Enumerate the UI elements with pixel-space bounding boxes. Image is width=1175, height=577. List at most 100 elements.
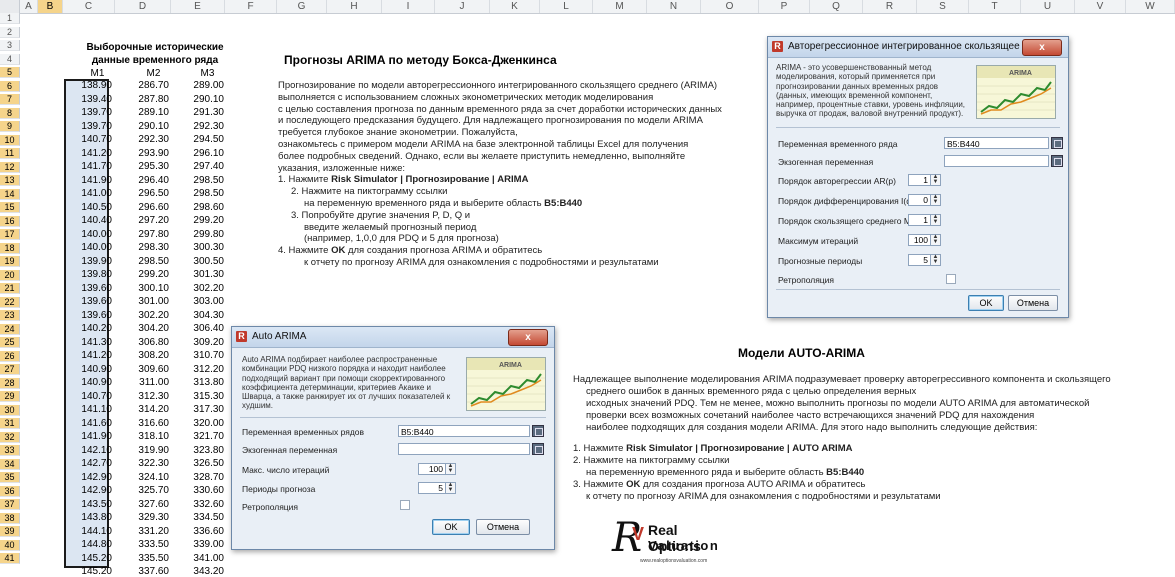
row-header-27[interactable]: 27 [0, 364, 20, 375]
table-cell[interactable]: 329.30 [119, 512, 169, 523]
table-cell[interactable]: 313.80 [174, 377, 224, 388]
table-cell[interactable]: 296.50 [119, 188, 169, 199]
table-cell[interactable]: 336.60 [174, 526, 224, 537]
table-cell[interactable]: 311.00 [119, 377, 169, 388]
table-cell[interactable]: 319.90 [119, 445, 169, 456]
table-cell[interactable]: 139.40 [62, 94, 112, 105]
table-cell[interactable]: 333.50 [119, 539, 169, 550]
row-header-12[interactable]: 12 [0, 161, 20, 173]
range-picker-icon[interactable] [1051, 155, 1063, 167]
table-cell[interactable]: 139.60 [62, 283, 112, 294]
table-cell[interactable]: 141.70 [62, 161, 112, 172]
row-header-25[interactable]: 25 [0, 337, 20, 348]
table-cell[interactable]: 141.30 [62, 337, 112, 348]
row-header-34[interactable]: 34 [0, 458, 20, 470]
table-cell[interactable]: 314.20 [119, 404, 169, 415]
row-header-2[interactable]: 2 [0, 26, 20, 38]
select-all-corner[interactable] [0, 0, 20, 13]
column-header-t[interactable]: T [969, 0, 1021, 13]
table-cell[interactable]: 298.60 [174, 202, 224, 213]
table-cell[interactable]: 317.30 [174, 404, 224, 415]
row-header-1[interactable]: 1 [0, 13, 20, 24]
table-cell[interactable]: 297.40 [174, 161, 224, 172]
table-cell[interactable]: 140.90 [62, 364, 112, 375]
table-cell[interactable]: 139.60 [62, 310, 112, 321]
column-header-m[interactable]: M [593, 0, 647, 13]
table-cell[interactable]: 308.20 [119, 350, 169, 361]
table-cell[interactable]: 298.50 [174, 175, 224, 186]
column-header-j[interactable]: J [435, 0, 490, 13]
column-header-l[interactable]: L [540, 0, 593, 13]
table-cell[interactable]: 306.80 [119, 337, 169, 348]
table-cell[interactable]: 140.20 [62, 323, 112, 334]
table-cell[interactable]: 142.90 [62, 472, 112, 483]
table-cell[interactable]: 144.10 [62, 526, 112, 537]
table-cell[interactable]: 300.30 [174, 242, 224, 253]
row-header-16[interactable]: 16 [0, 215, 20, 227]
d-stepper[interactable]: 0 ▲ ▼ [908, 194, 941, 206]
row-header-35[interactable]: 35 [0, 472, 20, 483]
column-header-q[interactable]: Q [810, 0, 863, 13]
series-input[interactable]: B5:B440 [398, 425, 530, 437]
table-cell[interactable]: 299.80 [174, 229, 224, 240]
backcast-checkbox[interactable] [946, 274, 956, 284]
table-cell[interactable]: 143.50 [62, 499, 112, 510]
column-header-s[interactable]: S [917, 0, 969, 13]
table-cell[interactable]: 142.70 [62, 458, 112, 469]
row-header-30[interactable]: 30 [0, 404, 20, 416]
table-cell[interactable]: 144.80 [62, 539, 112, 550]
table-cell[interactable]: 335.50 [119, 553, 169, 564]
table-cell[interactable]: 339.00 [174, 539, 224, 550]
header-m3[interactable]: M3 [180, 68, 235, 79]
table-cell[interactable]: 296.10 [174, 148, 224, 159]
table-cell[interactable]: 140.40 [62, 215, 112, 226]
row-header-21[interactable]: 21 [0, 283, 20, 294]
column-header-e[interactable]: E [171, 0, 225, 13]
table-cell[interactable]: 287.80 [119, 94, 169, 105]
spin-arrows-icon[interactable]: ▲ ▼ [445, 463, 455, 474]
table-cell[interactable]: 286.70 [119, 80, 169, 91]
table-cell[interactable]: 323.80 [174, 445, 224, 456]
row-header-5[interactable]: 5 [0, 67, 20, 78]
column-header-p[interactable]: P [759, 0, 810, 13]
close-button[interactable]: x [508, 329, 548, 346]
row-header-14[interactable]: 14 [0, 188, 20, 200]
table-cell[interactable]: 294.50 [174, 134, 224, 145]
table-cell[interactable]: 298.30 [119, 242, 169, 253]
column-header-u[interactable]: U [1021, 0, 1075, 13]
row-header-20[interactable]: 20 [0, 269, 20, 281]
range-picker-icon[interactable] [532, 425, 544, 437]
table-cell[interactable]: 328.70 [174, 472, 224, 483]
table-cell[interactable]: 141.90 [62, 431, 112, 442]
table-cell[interactable]: 297.80 [119, 229, 169, 240]
table-cell[interactable]: 290.10 [119, 121, 169, 132]
column-header-h[interactable]: H [327, 0, 382, 13]
table-cell[interactable]: 138.90 [62, 80, 112, 91]
column-header-o[interactable]: O [701, 0, 759, 13]
table-cell[interactable]: 295.30 [119, 161, 169, 172]
table-cell[interactable]: 303.00 [174, 296, 224, 307]
row-header-41[interactable]: 41 [0, 553, 20, 564]
row-header-24[interactable]: 24 [0, 323, 20, 335]
row-header-28[interactable]: 28 [0, 377, 20, 389]
table-cell[interactable]: 145.20 [62, 553, 112, 564]
row-header-13[interactable]: 13 [0, 175, 20, 186]
table-cell[interactable]: 299.20 [119, 269, 169, 280]
row-header-22[interactable]: 22 [0, 296, 20, 308]
periods-stepper[interactable]: 5 ▲ ▼ [418, 482, 456, 494]
ok-button[interactable]: OK [432, 519, 470, 535]
exog-input[interactable] [398, 443, 530, 455]
row-header-36[interactable]: 36 [0, 485, 20, 497]
table-cell[interactable]: 289.10 [119, 107, 169, 118]
table-cell[interactable]: 296.40 [119, 175, 169, 186]
table-cell[interactable]: 293.90 [119, 148, 169, 159]
table-cell[interactable]: 300.50 [174, 256, 224, 267]
table-cell[interactable]: 312.20 [174, 364, 224, 375]
spin-arrows-icon[interactable]: ▲ ▼ [445, 482, 455, 493]
ok-button[interactable]: OK [968, 295, 1004, 311]
table-cell[interactable]: 140.00 [62, 242, 112, 253]
table-cell[interactable]: 301.30 [174, 269, 224, 280]
table-cell[interactable]: 322.30 [119, 458, 169, 469]
column-header-f[interactable]: F [225, 0, 277, 13]
column-header-r[interactable]: R [863, 0, 917, 13]
